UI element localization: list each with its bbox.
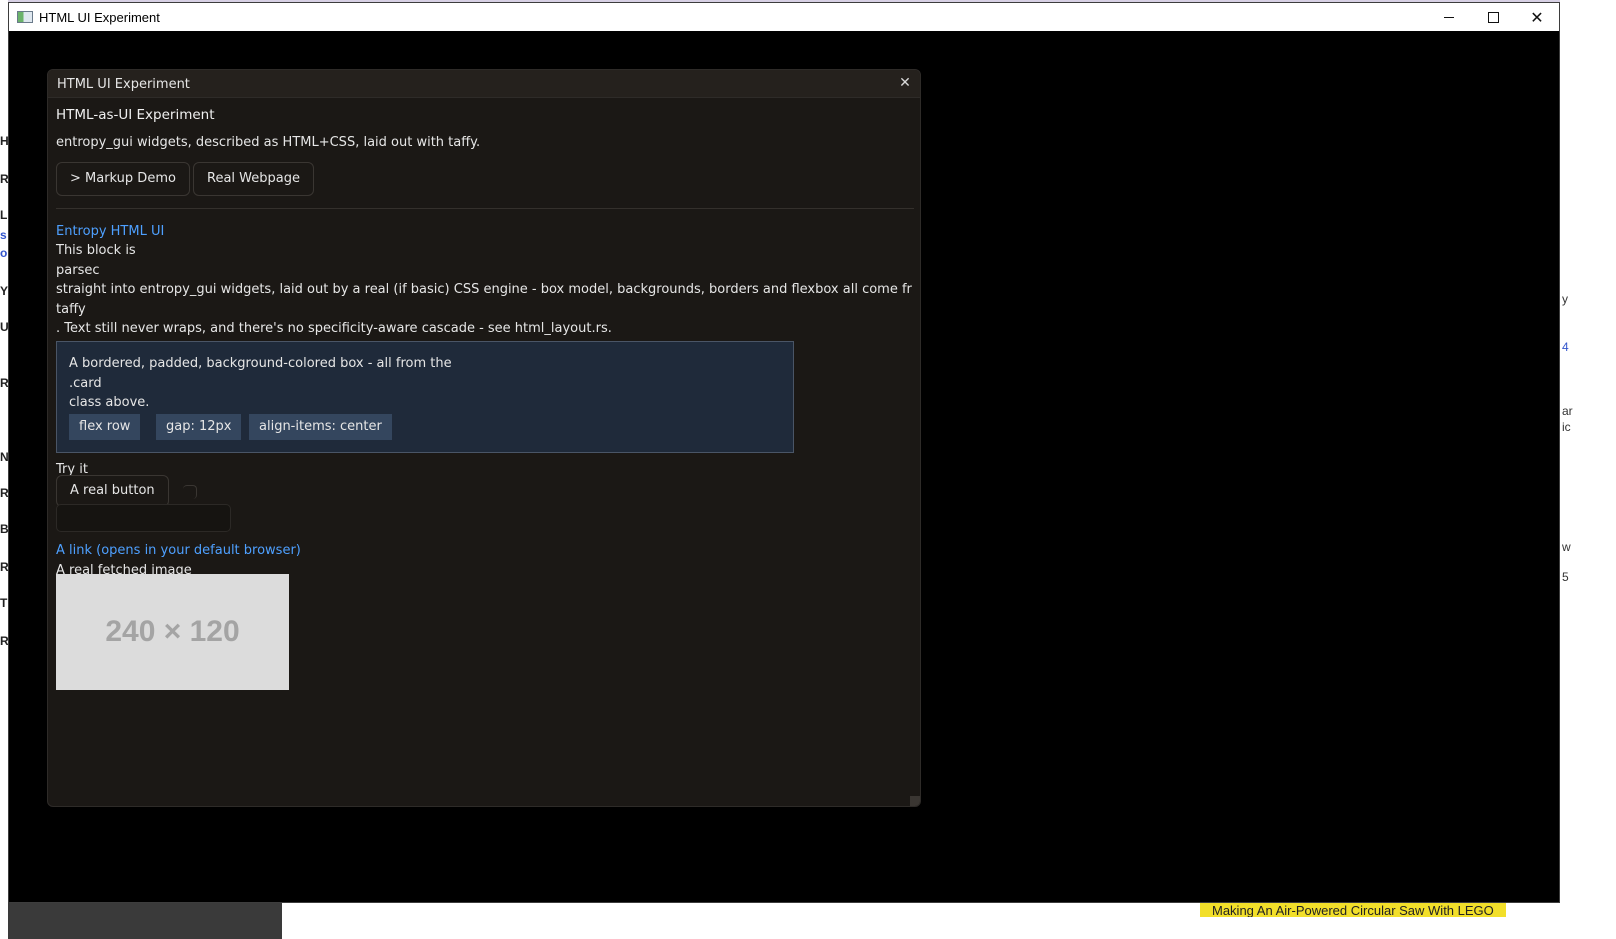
default-browser-link[interactable]: A link (opens in your default browser) [56,543,301,558]
entropy-html-ui-link[interactable]: Entropy HTML UI [56,224,164,239]
background-window-left: H R L s o Y U R N R B R T R [0,0,8,939]
bg-fragment: R [0,634,8,648]
bg-video-title: Making An Air-Powered Circular Saw With … [1200,903,1506,917]
tab-real-webpage[interactable]: Real Webpage [193,162,314,196]
bg-fragment: U [0,320,8,334]
bg-fragment: R [0,486,8,500]
egui-titlebar[interactable]: HTML UI Experiment ✕ [48,70,920,98]
bg-fragment: 5 [1562,570,1569,584]
close-button[interactable]: ✕ [1515,3,1559,31]
flex-chip: flex row [69,414,141,440]
egui-content: HTML-as-UI Experiment entropy_gui widget… [56,98,914,798]
bg-fragment: ar [1562,404,1573,418]
image-placeholder-text: 240 × 120 [105,615,240,648]
bg-fragment: T [0,596,8,610]
app-window: HTML UI Experiment ✕ HTML UI Experiment … [8,2,1560,903]
egui-window-title: HTML UI Experiment [57,77,190,92]
background-window-bottom: Making An Air-Powered Circular Saw With … [282,903,1616,939]
page-heading: HTML-as-UI Experiment [56,107,215,123]
empty-button[interactable] [183,485,197,499]
body-text: . Text still never wraps, and there's no… [56,321,612,336]
fetched-image: 240 × 120 [56,574,289,690]
body-text: straight into entropy_gui widgets, laid … [56,282,912,297]
egui-window: HTML UI Experiment ✕ HTML-as-UI Experime… [47,69,921,807]
bg-fragment: ic [1562,420,1571,434]
bg-fragment: o [0,246,8,260]
bg-fragment: L [0,208,8,222]
bg-fragment: B [0,522,8,536]
text-input[interactable] [56,504,231,532]
real-button[interactable]: A real button [56,475,169,507]
tab-markup-demo[interactable]: > Markup Demo [56,162,190,196]
os-titlebar[interactable]: HTML UI Experiment ✕ [9,3,1559,31]
app-icon [17,11,33,23]
bg-fragment: y [1562,292,1568,306]
card-text: .card [69,376,102,391]
window-controls: ✕ [1427,3,1559,31]
minimize-button[interactable] [1427,3,1471,31]
bg-fragment: R [0,172,8,186]
os-window-title: HTML UI Experiment [39,9,160,25]
bg-fragment: s [0,228,7,242]
bg-fragment: R [0,376,8,390]
close-icon[interactable]: ✕ [896,74,914,92]
page-description: entropy_gui widgets, described as HTML+C… [56,135,481,150]
bg-fragment: H [0,134,8,148]
body-text: This block is [56,243,136,258]
card-text: class above. [69,395,150,410]
resize-handle[interactable] [910,796,920,806]
bg-fragment: N [0,450,8,464]
card-text: A bordered, padded, background-colored b… [69,356,452,371]
demo-card: A bordered, padded, background-colored b… [56,341,794,453]
body-text: parsec [56,263,100,278]
bg-fragment: w [1562,540,1571,554]
bg-fragment: Y [0,284,8,298]
flex-chip: align-items: center [249,414,392,440]
bg-fragment: 4 [1562,340,1569,354]
separator [56,208,914,209]
background-window-right: y 4 ar ic w 5 [1560,0,1616,939]
flex-chip: gap: 12px [156,414,242,440]
body-text: taffy [56,302,86,317]
bg-fragment: R [0,560,8,574]
maximize-button[interactable] [1471,3,1515,31]
